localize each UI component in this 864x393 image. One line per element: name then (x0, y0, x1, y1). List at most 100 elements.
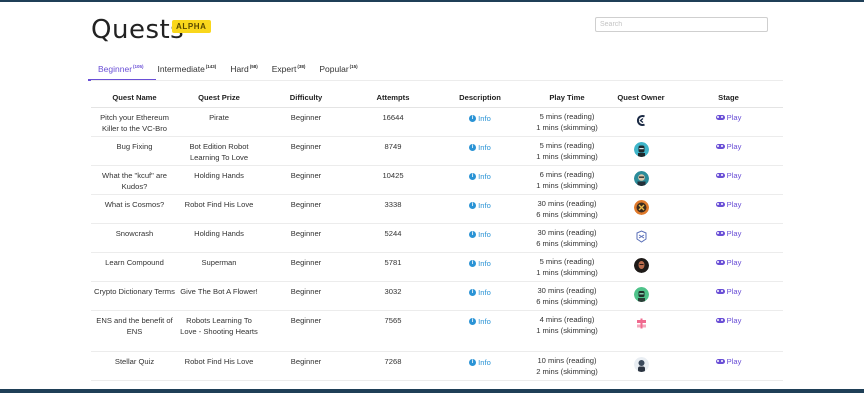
info-link[interactable]: i Info (469, 316, 491, 327)
quest-owner (608, 136, 674, 166)
table-row[interactable]: Bug Fixing Bot Edition Robot Learning To … (91, 136, 783, 166)
quest-name[interactable]: What the "kcuf" are Kudos? (91, 165, 178, 195)
owner-avatar-orange-icon[interactable] (633, 199, 649, 215)
quest-attempts: 3032 (352, 281, 434, 311)
info-label: Info (478, 229, 491, 239)
table-row[interactable]: Learn Compound Superman Beginner 5781 i Info 5… (91, 252, 783, 282)
column-header-play-time[interactable]: Play Time (526, 88, 608, 108)
owner-avatar-teal-dark-icon[interactable] (633, 170, 649, 186)
tab-popular[interactable]: Popular(15) (319, 59, 357, 81)
play-link[interactable]: Play (715, 228, 742, 239)
play-link[interactable]: Play (715, 141, 741, 152)
play-time-reading: 30 mins (reading) (537, 227, 597, 237)
quest-name[interactable]: Pitch your Ethereum Killer to the VC-Bro (91, 107, 178, 137)
tab-beginner[interactable]: Beginner(105) (88, 59, 155, 81)
table-row[interactable]: What is Cosmos? Robot Find His Love Beginn… (91, 194, 783, 224)
info-link[interactable]: i Info (469, 258, 491, 269)
gamepad-icon (715, 259, 725, 265)
table-row[interactable]: Crypto Dictionary Terms Give The Bot A Fl… (91, 281, 783, 311)
owner-avatar-teal-icon[interactable] (633, 141, 649, 157)
play-link[interactable]: Play (715, 286, 741, 297)
info-label: Info (478, 113, 491, 123)
gamepad-icon (715, 288, 725, 294)
quest-name[interactable]: What is Cosmos? (91, 194, 178, 224)
info-link[interactable]: i Info (469, 171, 491, 182)
quest-owner (608, 107, 674, 137)
quest-name[interactable]: Learn Compound (91, 252, 178, 282)
play-label: Play (726, 228, 742, 238)
play-link[interactable]: Play (715, 199, 742, 210)
info-link[interactable]: i Info (469, 287, 491, 298)
info-label: Info (478, 200, 491, 210)
info-icon: i (469, 202, 477, 209)
owner-avatar-person-icon[interactable] (633, 356, 649, 372)
quest-name[interactable]: Stellar Quiz (91, 351, 178, 381)
quest-name[interactable]: Snowcrash (91, 223, 178, 253)
info-link[interactable]: i Info (469, 113, 491, 124)
play-link[interactable]: Play (715, 257, 742, 268)
play-link[interactable]: Play (715, 170, 742, 181)
quest-attempts: 8749 (352, 136, 434, 166)
column-header-attempts[interactable]: Attempts (352, 88, 434, 108)
tab-intermediate[interactable]: Intermediate(143) (158, 59, 217, 81)
column-header-quest-name[interactable]: Quest Name (91, 88, 178, 108)
quest-name[interactable]: Crypto Dictionary Terms (91, 281, 178, 311)
info-link[interactable]: i Info (469, 357, 491, 368)
column-header-stage[interactable]: Stage (674, 88, 783, 108)
info-label: Info (478, 357, 491, 367)
table-row[interactable]: What the "kcuf" are Kudos? Holding Hands B… (91, 165, 783, 195)
table-row[interactable]: Stellar Quiz Robot Find His Love Beginner 7… (91, 351, 783, 381)
play-link[interactable]: Play (715, 356, 741, 367)
play-time-reading: 5 mins (reading) (539, 111, 595, 121)
table-row[interactable]: Pitch your Ethereum Killer to the VC-Bro… (91, 107, 783, 137)
owner-avatar-dark-icon[interactable] (633, 257, 649, 273)
quest-stage: Play (674, 281, 783, 311)
table-row[interactable]: Snowcrash Holding Hands Beginner 5244 i Info 3… (91, 223, 783, 253)
owner-pattern-icon[interactable] (633, 228, 649, 244)
info-link[interactable]: i Info (469, 229, 491, 240)
play-link[interactable]: Play (715, 315, 741, 326)
info-label: Info (478, 171, 491, 181)
quest-prize: Superman (178, 252, 260, 282)
column-header-quest-owner[interactable]: Quest Owner (608, 88, 674, 108)
tab-expert[interactable]: Expert(38) (272, 59, 306, 81)
info-icon: i (469, 260, 477, 267)
tab-hard[interactable]: Hard(58) (230, 59, 257, 81)
quest-prize: Holding Hands (178, 165, 260, 195)
gamepad-icon (715, 317, 725, 323)
column-header-difficulty[interactable]: Difficulty (260, 88, 352, 108)
info-link[interactable]: i Info (469, 142, 491, 153)
column-header-description[interactable]: Description (434, 88, 526, 108)
play-time-reading: 6 mins (reading) (539, 169, 595, 179)
tab-label: Beginner (98, 64, 133, 74)
info-link[interactable]: i Info (469, 200, 491, 211)
play-time-skimming: 1 mins (skimming) (536, 267, 598, 277)
quest-attempts: 5781 (352, 252, 434, 282)
search-input[interactable] (595, 17, 768, 32)
quest-description: i Info (434, 107, 526, 137)
play-time-reading: 30 mins (reading) (537, 285, 597, 295)
gamepad-icon (715, 114, 725, 120)
quest-prize: Robots Learning To Love - Shooting Heart… (178, 310, 260, 352)
quest-stage: Play (674, 310, 783, 352)
play-label: Play (726, 170, 742, 180)
owner-avatar-green-icon[interactable] (633, 286, 649, 302)
play-time-reading: 4 mins (reading) (539, 314, 595, 324)
tab-label: Popular (319, 64, 349, 74)
quest-difficulty: Beginner (260, 194, 352, 224)
play-time-skimming: 1 mins (skimming) (536, 122, 598, 132)
column-header-quest-prize[interactable]: Quest Prize (178, 88, 260, 108)
quest-play-time: 6 mins (reading) 1 mins (skimming) (526, 165, 608, 195)
quest-name[interactable]: Bug Fixing (91, 136, 178, 166)
play-label: Play (726, 199, 742, 209)
table-row[interactable]: ENS and the benefit of ENS Robots Learnin… (91, 310, 783, 352)
quest-stage: Play (674, 252, 783, 282)
owner-pink-pattern-icon[interactable] (633, 315, 649, 331)
gamepad-icon (715, 172, 725, 178)
owner-logo-c-icon[interactable] (633, 112, 649, 128)
tab-count: (143) (205, 64, 217, 70)
quest-prize: Robot Find His Love (178, 194, 260, 224)
play-label: Play (726, 257, 742, 267)
quest-name[interactable]: ENS and the benefit of ENS (91, 310, 178, 352)
play-link[interactable]: Play (715, 112, 741, 123)
